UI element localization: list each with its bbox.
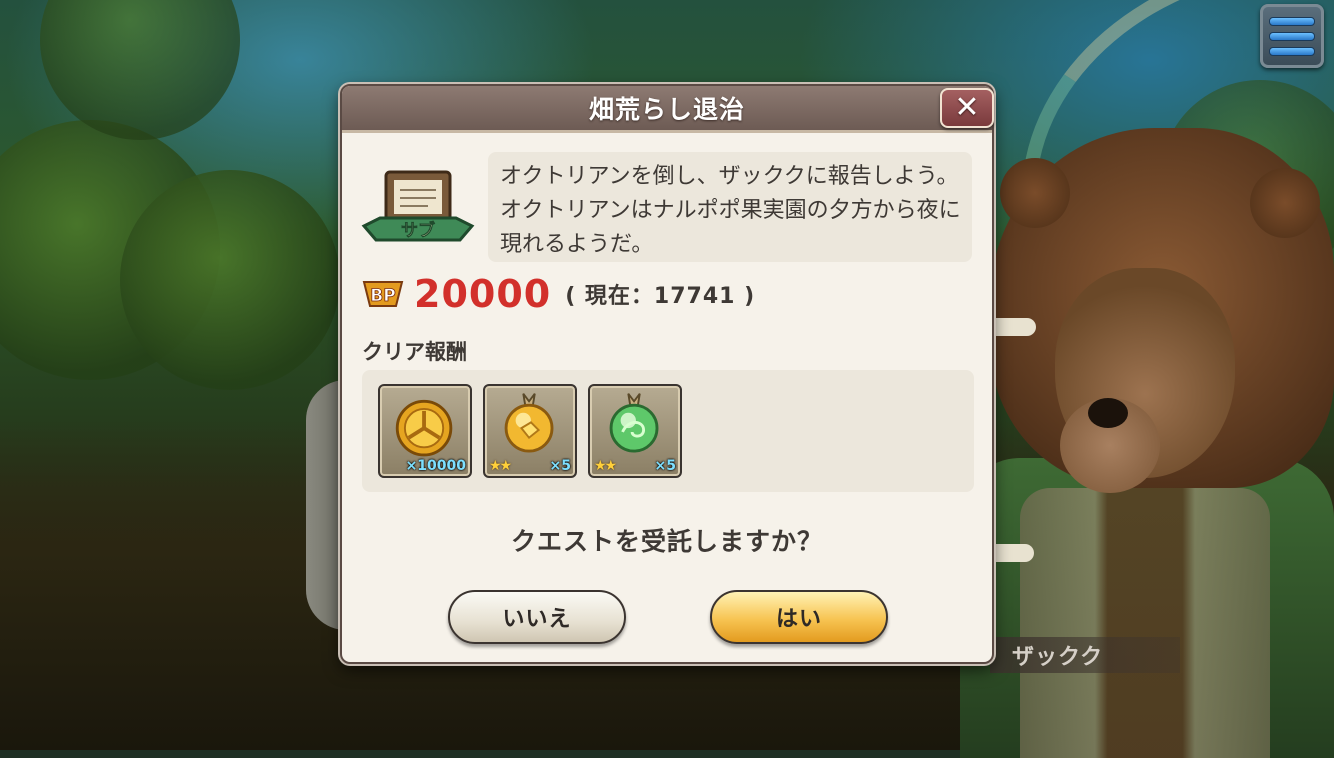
yes-button[interactable]: はい — [710, 590, 888, 644]
bp-current-value: ( 現在：17741 ) — [565, 284, 756, 309]
character-name: ザックク — [1012, 645, 1104, 670]
character-ear — [1250, 168, 1320, 238]
sub-quest-icon: サブ — [361, 170, 475, 242]
bp-badge-icon: BP — [362, 281, 404, 307]
close-button[interactable]: ✕ — [940, 88, 994, 128]
character-tusk — [996, 318, 1036, 336]
reward-item-gold-coin[interactable]: ×10000 — [378, 384, 472, 478]
tree — [120, 170, 340, 390]
quest-dialog: 畑荒らし退治 ✕ サブ オクトリアンを倒し、ザッククに報告しよう。オクトリアンは… — [340, 84, 994, 664]
menu-button[interactable] — [1260, 4, 1324, 68]
quest-description-box: オクトリアンを倒し、ザッククに報告しよう。オクトリアンはナルポポ果実園の夕方から… — [488, 152, 972, 262]
character-tusk — [994, 544, 1034, 562]
hamburger-menu-icon — [1269, 16, 1315, 26]
reward-list: ×10000 ★★ ×5 ★★ ×5 — [362, 370, 974, 492]
reward-item-green-orb[interactable]: ★★ ×5 — [588, 384, 682, 478]
hamburger-menu-icon — [1269, 31, 1315, 41]
reward-rarity-stars: ★★ — [594, 458, 617, 474]
quest-type-label: サブ — [401, 220, 435, 241]
dialog-title: 畑荒らし退治 — [588, 95, 745, 124]
bp-requirement: BP 20000 ( 現在：17741 ) — [362, 272, 755, 316]
reward-count: ×5 — [549, 458, 571, 474]
tree — [40, 0, 240, 140]
hamburger-menu-icon — [1269, 46, 1315, 56]
close-icon: ✕ — [954, 90, 980, 125]
character-vest — [1020, 488, 1270, 758]
character-nose — [1088, 398, 1128, 428]
bp-badge-label: BP — [370, 286, 395, 306]
reward-label: クリア報酬 — [362, 340, 467, 364]
character-name-plate: ザックク — [990, 637, 1180, 673]
no-button[interactable]: いいえ — [448, 590, 626, 644]
reward-count: ×5 — [654, 458, 676, 474]
reward-rarity-stars: ★★ — [489, 458, 512, 474]
quest-description: オクトリアンを倒し、ザッククに報告しよう。オクトリアンはナルポポ果実園の夕方から… — [500, 164, 961, 257]
reward-count: ×10000 — [405, 458, 466, 474]
reward-item-yellow-orb[interactable]: ★★ ×5 — [483, 384, 577, 478]
confirm-question: クエストを受託しますか？ — [510, 527, 823, 556]
character-ear — [1000, 158, 1070, 228]
bp-required-value: 20000 — [414, 272, 552, 316]
dialog-header: 畑荒らし退治 — [342, 86, 992, 133]
